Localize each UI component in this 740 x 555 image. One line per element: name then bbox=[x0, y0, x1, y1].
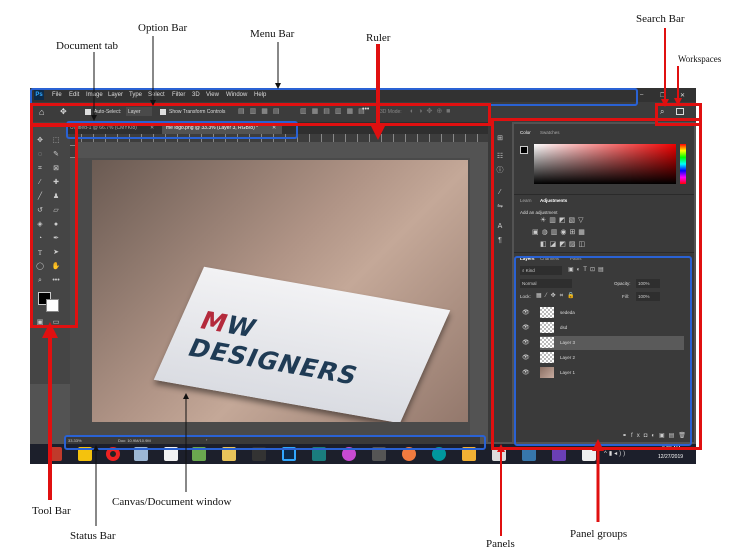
search-bar-label: Search Bar bbox=[636, 13, 685, 25]
canvas-label: Canvas/Document window bbox=[112, 496, 232, 508]
option-bar-label: Option Bar bbox=[138, 22, 188, 34]
status-bar-label: Status Bar bbox=[70, 530, 116, 542]
menu-bar-label: Menu Bar bbox=[250, 28, 295, 40]
tool-bar-label: Tool Bar bbox=[32, 505, 71, 517]
panels-label: Panels bbox=[486, 538, 515, 550]
annotation-arrows bbox=[42, 28, 682, 536]
panel-groups-label: Panel groups bbox=[570, 528, 628, 540]
ruler-label: Ruler bbox=[366, 32, 391, 44]
document-tab-label: Document tab bbox=[56, 40, 119, 52]
workspaces-label: Workspaces bbox=[678, 54, 722, 64]
